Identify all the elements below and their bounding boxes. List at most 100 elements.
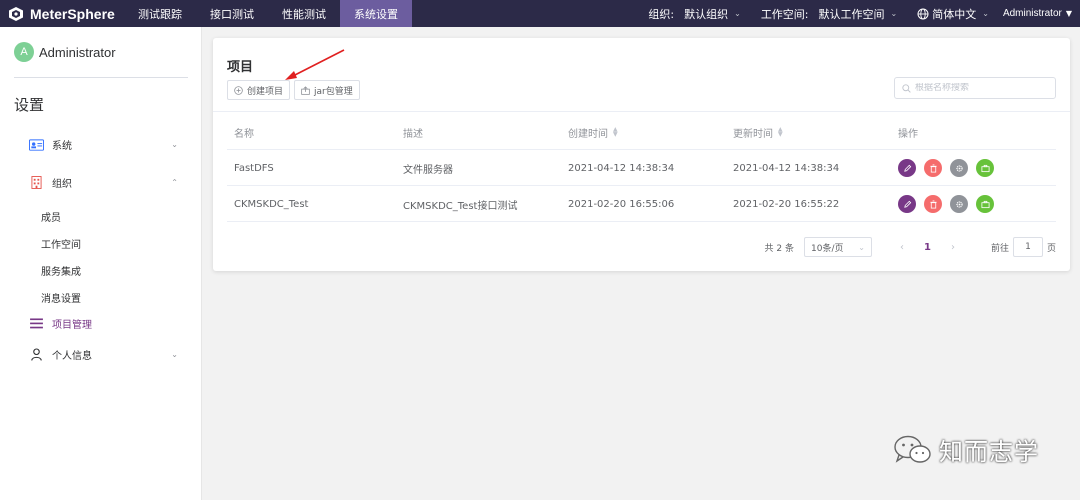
current-page[interactable]: 1 xyxy=(924,242,931,253)
tab-test-tracking[interactable]: 测试跟踪 xyxy=(124,0,196,27)
wechat-icon xyxy=(894,435,931,463)
user-menu-name: Administrator xyxy=(1002,8,1062,19)
project-table: 名称 描述 创建时间 ▲ ▼ 更新时间 ▲ ▼ 操作 FastDFS 文件服务器 2… xyxy=(227,114,1056,222)
caret-down-icon: ▼ xyxy=(1065,9,1072,18)
header-created-time[interactable]: 创建时间 ▲ ▼ xyxy=(568,114,618,150)
trash-icon xyxy=(929,163,937,173)
avatar: A xyxy=(14,42,34,62)
sidebar-user: A Administrator xyxy=(14,42,116,62)
environment-button[interactable] xyxy=(976,195,994,213)
chevron-down-icon: ⌄ xyxy=(858,242,865,252)
sidebar-item-label: 个人信息 xyxy=(52,351,92,362)
header-description: 描述 xyxy=(403,128,423,140)
cell-created-time: 2021-04-12 14:38:34 xyxy=(568,162,675,174)
globe-icon xyxy=(917,8,929,19)
goto-page-input[interactable] xyxy=(1012,237,1043,257)
sidebar-item-label: 组织 xyxy=(52,179,72,190)
sidebar-user-name: Administrator xyxy=(39,44,116,60)
header-name: 名称 xyxy=(234,128,254,140)
goto-label: 前往 xyxy=(990,243,1009,254)
upload-icon xyxy=(301,85,310,95)
briefcase-icon xyxy=(980,200,990,208)
sidebar-item-org[interactable]: 组织 ⌃ xyxy=(28,175,178,190)
next-page-icon[interactable]: › xyxy=(951,242,955,253)
row-actions xyxy=(898,186,1002,222)
chevron-down-icon: ⌄ xyxy=(982,9,989,18)
sidebar-item-system[interactable]: 系统 ⌄ xyxy=(28,137,178,152)
briefcase-icon xyxy=(980,164,990,172)
chevron-up-icon: ⌃ xyxy=(171,178,178,187)
search-icon xyxy=(902,83,911,93)
building-icon xyxy=(28,176,44,190)
top-navbar: MeterSphere 测试跟踪 接口测试 性能测试 系统设置 组织: 默认组织… xyxy=(0,0,1080,27)
sort-icon[interactable]: ▲ ▼ xyxy=(613,127,618,138)
annotation-arrow-icon xyxy=(285,49,345,80)
sidebar-item-personal-info[interactable]: 个人信息 ⌄ xyxy=(28,347,178,362)
language-selector[interactable]: 简体中文 ⌄ xyxy=(917,6,989,22)
page-title: 项目 xyxy=(227,60,254,75)
user-icon xyxy=(28,348,44,362)
sidebar-item-project-management[interactable]: 项目管理 xyxy=(28,316,178,331)
delete-button[interactable] xyxy=(924,195,942,213)
cell-description: CKMSKDC_Test接口测试 xyxy=(403,200,518,212)
user-menu[interactable]: Administrator ▼ xyxy=(1003,8,1072,19)
org-selector[interactable]: 组织: 默认组织 ⌄ xyxy=(648,6,740,22)
prev-page-icon[interactable]: ‹ xyxy=(900,242,904,253)
gear-icon xyxy=(955,200,963,208)
plus-circle-icon xyxy=(234,85,243,95)
list-icon xyxy=(28,317,44,331)
workspace-selector[interactable]: 工作空间: 默认工作空间 ⌄ xyxy=(761,6,897,22)
page-suffix: 页 xyxy=(1046,243,1056,254)
sidebar-item-members[interactable]: 成员 xyxy=(41,209,61,224)
table-row[interactable]: CKMSKDC_Test CKMSKDC_Test接口测试 2021-02-20… xyxy=(227,186,1056,222)
tab-system-settings[interactable]: 系统设置 xyxy=(340,0,412,27)
settings-button[interactable] xyxy=(950,195,968,213)
trash-icon xyxy=(929,199,937,209)
edit-icon xyxy=(903,164,911,172)
table-row[interactable]: FastDFS 文件服务器 2021-04-12 14:38:34 2021-0… xyxy=(227,150,1056,186)
divider xyxy=(14,77,188,78)
settings-title: 设置 xyxy=(14,96,45,114)
edit-icon xyxy=(903,200,911,208)
page-size-select[interactable]: 10条/页 ⌄ xyxy=(804,237,872,257)
edit-button[interactable] xyxy=(898,195,916,213)
gear-icon xyxy=(955,164,963,172)
sidebar-item-message-settings[interactable]: 消息设置 xyxy=(41,290,81,305)
cell-description: 文件服务器 xyxy=(403,164,453,176)
search-input[interactable] xyxy=(915,83,1055,93)
metersphere-logo-icon xyxy=(9,6,23,21)
logo[interactable]: MeterSphere xyxy=(0,0,124,27)
cell-updated-time: 2021-04-12 14:38:34 xyxy=(733,162,840,174)
table-header: 名称 描述 创建时间 ▲ ▼ 更新时间 ▲ ▼ 操作 xyxy=(227,114,1056,150)
sidebar-item-service-integration[interactable]: 服务集成 xyxy=(41,263,81,278)
header-updated-time[interactable]: 更新时间 ▲ ▼ xyxy=(733,114,783,150)
language-value: 简体中文 xyxy=(932,7,977,21)
org-label: 组织: xyxy=(648,7,675,21)
workspace-value: 默认工作空间 xyxy=(818,7,885,21)
tab-performance-test[interactable]: 性能测试 xyxy=(268,0,340,27)
header-created-label: 创建时间 xyxy=(568,128,608,140)
chevron-down-icon: ⌄ xyxy=(890,9,898,18)
watermark: 知而志学 xyxy=(893,432,1039,467)
sidebar-item-workspace[interactable]: 工作空间 xyxy=(41,236,81,251)
create-project-label: 创建项目 xyxy=(247,86,284,97)
cell-name: CKMSKDC_Test xyxy=(234,198,309,210)
sidebar-item-label: 系统 xyxy=(52,141,72,152)
id-card-icon xyxy=(28,138,44,152)
pagination-total: 共 2 条 xyxy=(764,243,794,254)
chevron-down-icon: ⌄ xyxy=(171,350,178,359)
row-actions xyxy=(898,150,1002,186)
settings-button[interactable] xyxy=(950,159,968,177)
search-box[interactable] xyxy=(894,77,1056,99)
watermark-text: 知而志学 xyxy=(939,438,1039,466)
edit-button[interactable] xyxy=(898,159,916,177)
org-value: 默认组织 xyxy=(684,7,729,21)
cell-name: FastDFS xyxy=(234,162,274,174)
chevron-down-icon: ⌄ xyxy=(734,9,741,18)
sort-icon[interactable]: ▲ ▼ xyxy=(778,127,783,138)
environment-button[interactable] xyxy=(976,159,994,177)
page-size-value: 10条/页 xyxy=(811,243,844,254)
delete-button[interactable] xyxy=(924,159,942,177)
tab-api-test[interactable]: 接口测试 xyxy=(196,0,268,27)
header-actions: 操作 xyxy=(898,128,918,140)
